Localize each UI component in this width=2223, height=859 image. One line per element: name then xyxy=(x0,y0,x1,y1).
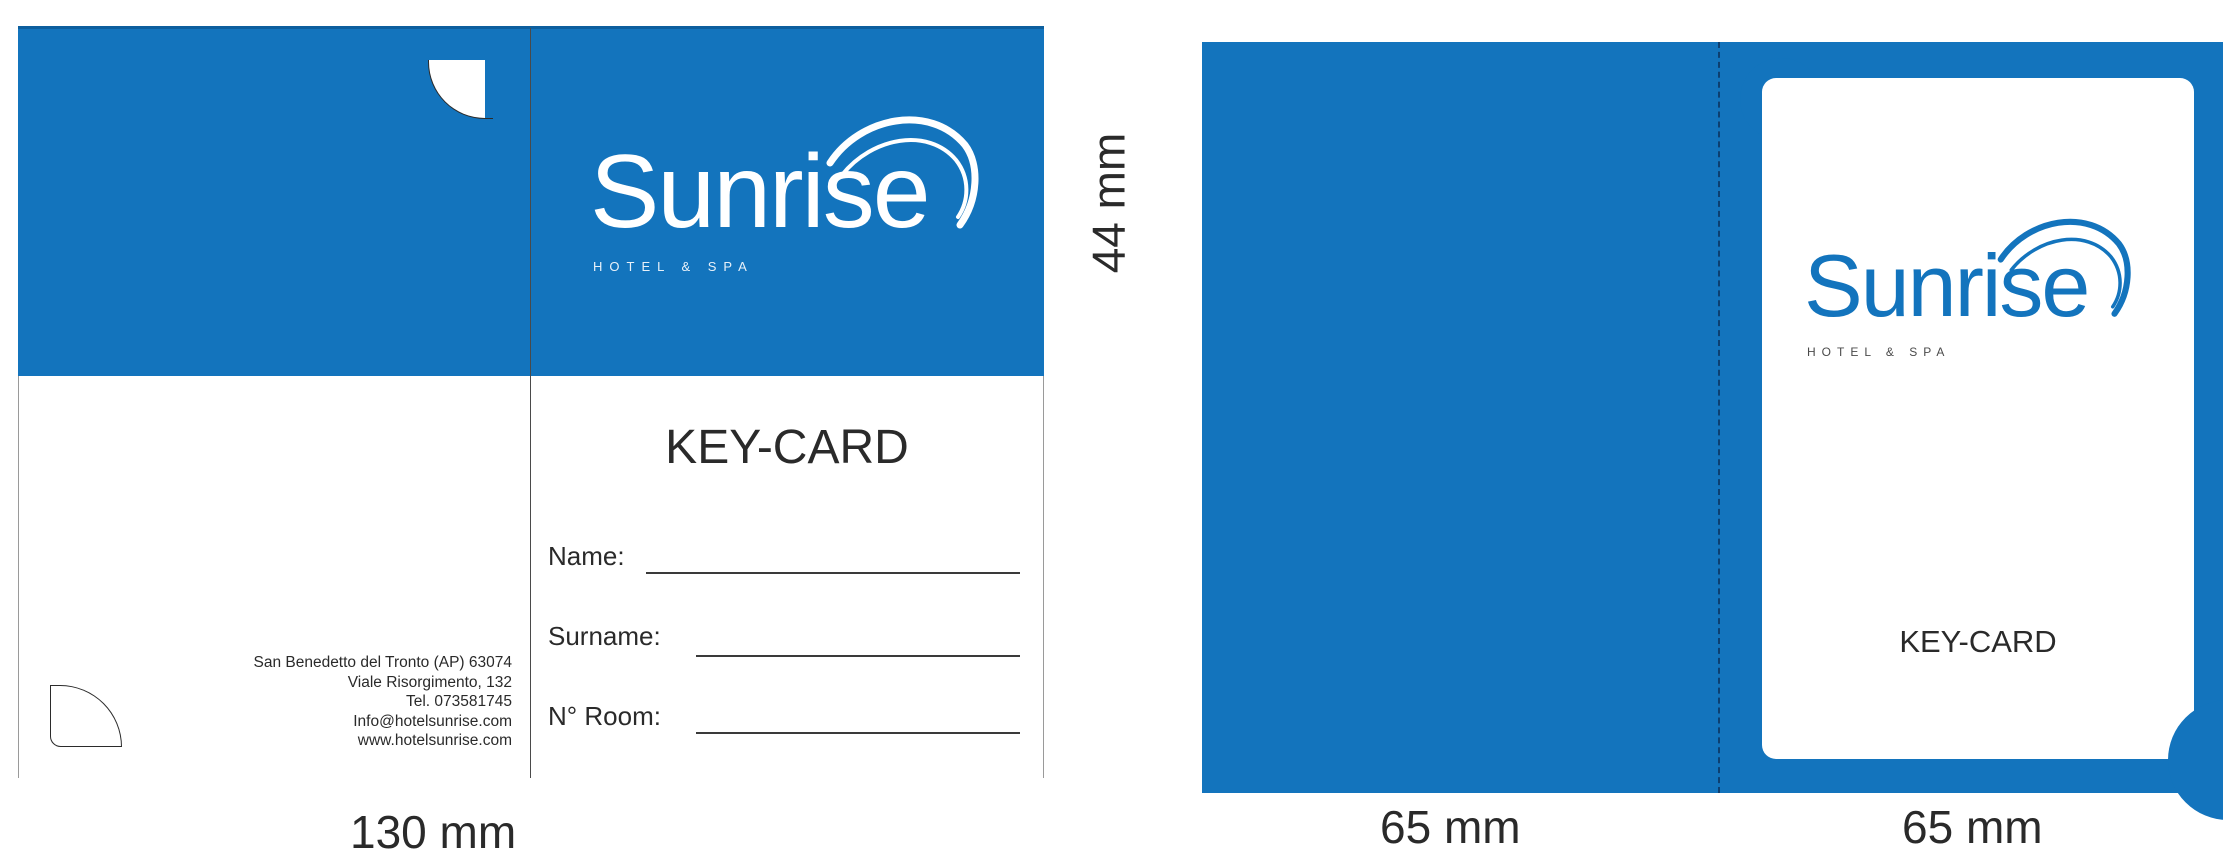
name-label: Name: xyxy=(548,541,625,571)
right-panel-width-label: 65 mm xyxy=(1902,801,2043,853)
phone-line: Tel. 073581745 xyxy=(405,693,512,711)
room-number-label: N° Room: xyxy=(548,701,661,731)
surname-field-line xyxy=(696,655,1020,657)
name-field-line xyxy=(646,572,1020,574)
left-panel-width-label: 65 mm xyxy=(1380,801,1521,853)
height-dimension-text: 44 mm xyxy=(1082,132,1134,274)
fold-divider-line xyxy=(530,28,531,778)
folder-left-edge xyxy=(18,376,19,778)
sunrise-arc-icon xyxy=(826,116,979,229)
sunrise-arc-icon xyxy=(1997,218,2131,317)
surname-label: Surname: xyxy=(548,621,661,651)
folder-top-edge xyxy=(18,26,1044,29)
website-line: www.hotelsunrise.com xyxy=(357,732,512,750)
room-number-field-line xyxy=(696,732,1020,734)
logo-subtitle: HOTEL & SPA xyxy=(593,259,754,274)
key-card-label: KEY-CARD xyxy=(1899,624,2057,659)
logo-subtitle: HOTEL & SPA xyxy=(1807,345,1951,359)
height-dimension-label: 44 mm xyxy=(1048,123,1168,283)
hotel-address-block: San Benedetto del Tronto (AP) 63074 Vial… xyxy=(150,653,512,751)
card-slot-corner-outline xyxy=(50,685,122,747)
fold-dashed-line xyxy=(1718,42,1720,793)
address-line: Viale Risorgimento, 132 xyxy=(347,673,512,691)
address-line: San Benedetto del Tronto (AP) 63074 xyxy=(253,654,512,671)
email-line: Info@hotelsunrise.com xyxy=(353,712,512,730)
width-dimension-label: 130 mm xyxy=(350,806,517,858)
key-card-title: KEY-CARD xyxy=(665,421,909,474)
